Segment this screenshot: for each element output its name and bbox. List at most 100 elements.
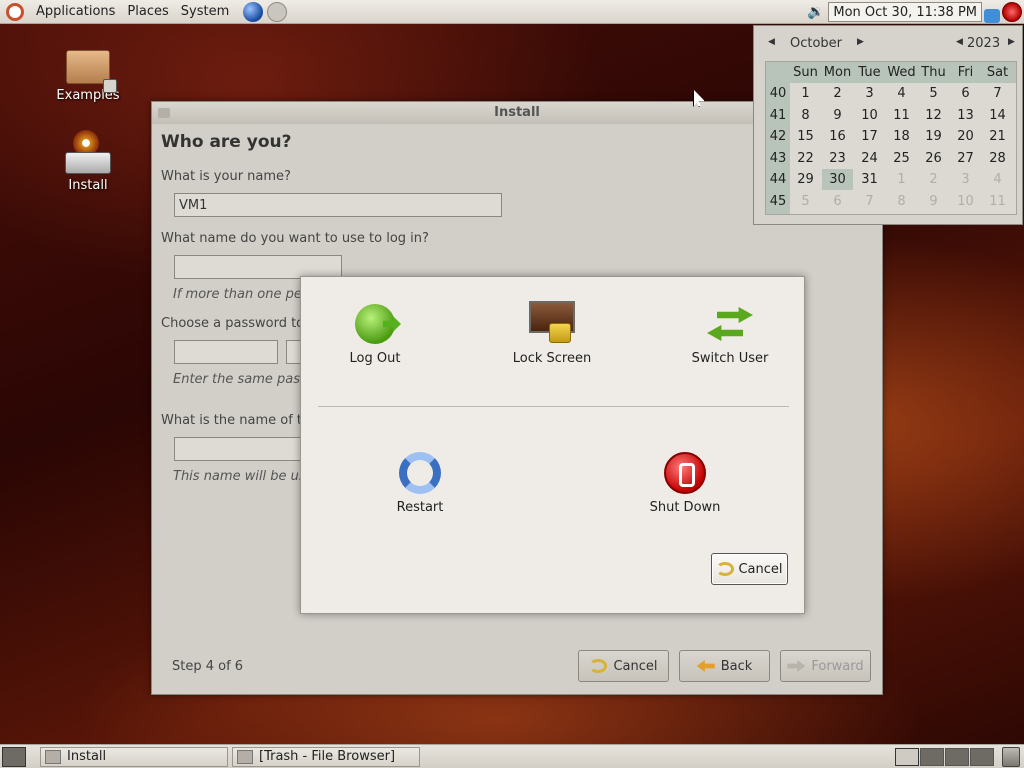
log-out-button[interactable]: Log Out [305, 299, 445, 366]
calendar-day[interactable]: 5 [790, 191, 821, 212]
notification-icon[interactable] [984, 9, 1000, 23]
next-year-icon[interactable]: ▶ [1008, 37, 1015, 47]
calendar-day[interactable]: 19 [918, 126, 949, 147]
file-browser-icon [237, 750, 253, 764]
lock-screen-button[interactable]: Lock Screen [482, 299, 622, 366]
shut-down-button[interactable]: Shut Down [615, 448, 755, 515]
button-label: Cancel [613, 658, 658, 674]
desktop-icon-examples[interactable]: Examples [48, 50, 128, 103]
installer-icon [65, 130, 111, 174]
calendar-day[interactable]: 16 [822, 126, 853, 147]
calendar-day[interactable]: 7 [982, 83, 1013, 104]
calendar-day[interactable]: 17 [854, 126, 885, 147]
calendar-day[interactable]: 27 [950, 148, 981, 169]
calendar-day[interactable]: 12 [918, 105, 949, 126]
calendar-day[interactable]: 2 [822, 83, 853, 104]
computer-name-hint: This name will be us [173, 469, 306, 484]
install-cancel-button[interactable]: Cancel [578, 650, 669, 682]
calendar-day[interactable]: 2 [918, 169, 949, 190]
window-title: Install [494, 105, 540, 120]
calendar-day[interactable]: 31 [854, 169, 885, 190]
web-browser-icon[interactable] [243, 1, 264, 22]
calendar-day[interactable]: 30 [822, 169, 853, 190]
workspace-3[interactable] [945, 748, 969, 766]
desktop-icon-install[interactable]: Install [48, 130, 128, 193]
ubuntu-logo-icon[interactable] [6, 2, 24, 21]
dialog-cancel-button[interactable]: Cancel [711, 553, 788, 585]
calendar-month: October [790, 36, 843, 51]
prev-year-icon[interactable]: ◀ [956, 37, 963, 47]
calendar-day[interactable]: 9 [918, 191, 949, 212]
calendar-day[interactable]: 24 [854, 148, 885, 169]
calendar-day[interactable]: 9 [822, 105, 853, 126]
menu-system[interactable]: System [175, 4, 235, 19]
calendar-day[interactable]: 11 [982, 191, 1013, 212]
calendar-day[interactable]: 6 [950, 83, 981, 104]
workspace-2[interactable] [920, 748, 944, 766]
calendar-header: ◀ October ▶ ◀ 2023 ▶ [762, 34, 1018, 56]
arrow-left-icon [696, 660, 715, 672]
password-hint: Enter the same pass [173, 372, 307, 387]
taskbar-item-install[interactable]: Install [40, 747, 228, 767]
calendar-week-number: 44 [769, 172, 787, 187]
calendar-day[interactable]: 23 [822, 148, 853, 169]
computer-name-field[interactable] [174, 437, 304, 461]
next-month-icon[interactable]: ▶ [857, 37, 864, 47]
password-field[interactable] [174, 340, 278, 364]
calendar-day[interactable]: 28 [982, 148, 1013, 169]
show-desktop-icon[interactable] [2, 747, 26, 767]
calendar-day[interactable]: 3 [950, 169, 981, 190]
trash-icon[interactable] [1002, 747, 1020, 767]
restart-button[interactable]: Restart [350, 448, 490, 515]
calendar-day[interactable]: 15 [790, 126, 821, 147]
top-panel: Applications Places System 🔉 Mon Oct 30,… [0, 0, 1024, 24]
prev-month-icon[interactable]: ◀ [768, 37, 775, 47]
workspace-1[interactable] [895, 748, 919, 766]
calendar-day[interactable]: 1 [790, 83, 821, 104]
calendar-day[interactable]: 6 [822, 191, 853, 212]
calendar-day[interactable]: 22 [790, 148, 821, 169]
calendar-day[interactable]: 18 [886, 126, 917, 147]
calendar-day[interactable]: 7 [854, 191, 885, 212]
window-menu-icon[interactable] [158, 108, 170, 118]
calendar-day[interactable]: 10 [854, 105, 885, 126]
calendar-day[interactable]: 4 [982, 169, 1013, 190]
mail-client-icon[interactable] [267, 1, 288, 22]
calendar-day[interactable]: 13 [950, 105, 981, 126]
calendar-day[interactable]: 21 [982, 126, 1013, 147]
arrow-right-icon [787, 660, 806, 672]
calendar-day[interactable]: 3 [854, 83, 885, 104]
power-icon[interactable] [1002, 2, 1022, 22]
calendar-day[interactable]: 14 [982, 105, 1013, 126]
back-button[interactable]: Back [679, 650, 770, 682]
calendar-year: 2023 [967, 36, 1001, 51]
password-question-label: Choose a password to [161, 316, 305, 331]
menu-applications[interactable]: Applications [30, 4, 121, 19]
calendar-day[interactable]: 20 [950, 126, 981, 147]
workspace-4[interactable] [970, 748, 994, 766]
full-name-field[interactable] [174, 193, 502, 217]
taskbar-item-file-browser[interactable]: [Trash - File Browser] [232, 747, 420, 767]
clock-applet[interactable]: Mon Oct 30, 11:38 PM [828, 2, 982, 22]
calendar-day[interactable]: 1 [886, 169, 917, 190]
calendar-weekday-label: Tue [858, 65, 881, 80]
lock-screen-label: Lock Screen [512, 351, 592, 366]
calendar-day[interactable]: 25 [886, 148, 917, 169]
switch-user-button[interactable]: Switch User [660, 299, 800, 366]
lock-badge-icon [103, 79, 117, 93]
calendar-week-number: 45 [769, 193, 787, 209]
name-question-label: What is your name? [161, 169, 291, 184]
calendar-weekday-label: Sun [793, 65, 818, 80]
forward-button[interactable]: Forward [780, 650, 871, 682]
volume-icon[interactable]: 🔉 [807, 4, 824, 20]
calendar-weekday-label: Wed [887, 65, 916, 80]
calendar-day[interactable]: 8 [886, 191, 917, 212]
calendar-day[interactable]: 4 [886, 83, 917, 104]
menu-places[interactable]: Places [121, 4, 174, 19]
calendar-day[interactable]: 29 [790, 169, 821, 190]
calendar-day[interactable]: 10 [950, 191, 981, 212]
calendar-day[interactable]: 5 [918, 83, 949, 104]
calendar-day[interactable]: 26 [918, 148, 949, 169]
calendar-day[interactable]: 11 [886, 105, 917, 126]
calendar-day[interactable]: 8 [790, 105, 821, 126]
